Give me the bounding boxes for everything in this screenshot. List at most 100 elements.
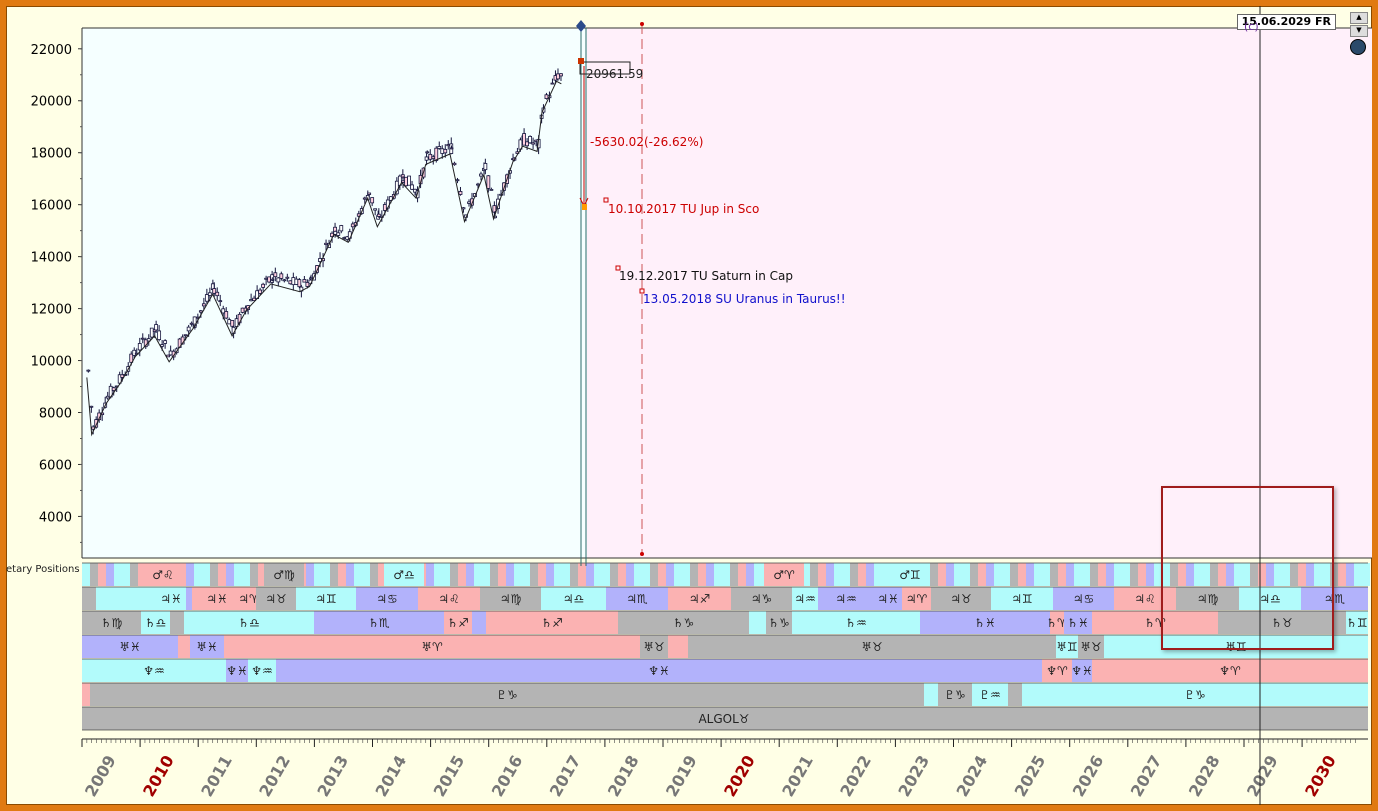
- mars-stripe: [354, 563, 362, 586]
- mars-stripe: [346, 563, 354, 586]
- x-tick-label: 2013: [313, 752, 352, 800]
- mars-stripe: [122, 563, 130, 586]
- pluto-segment[interactable]: [1008, 683, 1022, 706]
- saturn-segment[interactable]: [749, 611, 766, 634]
- candle-body: [218, 300, 223, 303]
- mars-stripe: [826, 563, 834, 586]
- mars-stripe: [1042, 563, 1050, 586]
- event-marker-bottom[interactable]: [640, 552, 644, 556]
- saturn-label: ♄♒: [845, 616, 867, 630]
- mars-stripe: [306, 563, 314, 586]
- saturn-segment[interactable]: [170, 611, 184, 634]
- x-tick-label: 2020: [720, 752, 759, 800]
- x-tick-label: 2009: [81, 752, 120, 800]
- candle-body: [86, 369, 91, 372]
- window-controls: ▲ ▼: [1350, 12, 1368, 55]
- scroll-up-button[interactable]: ▲: [1350, 12, 1368, 24]
- saturn-label: ♄♊: [1346, 616, 1368, 630]
- candle-body: [362, 197, 367, 200]
- y-tick-label: 22000: [31, 43, 72, 58]
- mars-stripe: [370, 563, 378, 586]
- algol-label: ALGOL♉: [698, 712, 749, 726]
- x-tick-label: 2023: [894, 752, 933, 800]
- candle-body: [455, 179, 460, 182]
- x-tick-label: 2010: [139, 752, 178, 800]
- x-tick-label: 2021: [778, 752, 817, 800]
- mars-stripe: [506, 563, 514, 586]
- saturn-label: ♄♏: [368, 616, 390, 630]
- mars-stripe: [1338, 563, 1346, 586]
- candle-body: [350, 223, 355, 228]
- mars-stripe: [1146, 563, 1154, 586]
- event1-label: 10.10.2017 TU Jup in Sco: [608, 202, 759, 216]
- mars-stripe: [338, 563, 346, 586]
- pluto-segment[interactable]: [924, 683, 938, 706]
- candle-body: [149, 327, 154, 338]
- mars-stripe: [970, 563, 978, 586]
- mars-stripe: [586, 563, 594, 586]
- scroll-down-button[interactable]: ▼: [1350, 25, 1368, 37]
- jupiter-segment[interactable]: [96, 587, 156, 610]
- mars-stripe: [706, 563, 714, 586]
- candle-body: [168, 350, 173, 356]
- mars-stripe: [738, 563, 746, 586]
- jupiter-label: ♃♈: [906, 592, 928, 606]
- candle-body: [461, 207, 466, 210]
- saturn-segment[interactable]: [472, 611, 486, 634]
- price-chart[interactable]: 22000 20000 18000 16000 14000 12000 10000 8000 6…: [6, 6, 1372, 805]
- saturn-label: ♄♎: [145, 616, 167, 630]
- jupiter-label: ♃♐: [689, 592, 711, 606]
- jupiter-segment[interactable]: [82, 587, 96, 610]
- candle-body: [431, 156, 436, 159]
- mars-stripe: [954, 563, 962, 586]
- candle-body: [111, 387, 116, 391]
- uranus-label: ♅♓: [119, 640, 141, 654]
- x-tick-label: 2027: [1127, 752, 1166, 800]
- y-tick-label: 8000: [39, 407, 72, 422]
- jupiter-label: ♃♏: [626, 592, 648, 606]
- candle-body: [489, 188, 494, 191]
- settings-icon[interactable]: [1350, 39, 1366, 55]
- uranus-segment[interactable]: [178, 635, 190, 658]
- copyright-mark: (c): [1244, 20, 1259, 33]
- mars-stripe: [754, 563, 762, 586]
- mars-stripe: [186, 563, 194, 586]
- uranus-segment[interactable]: [668, 635, 688, 658]
- x-tick-label: 2017: [546, 752, 585, 800]
- candle-body: [183, 334, 188, 337]
- candle-body: [294, 278, 299, 285]
- mars-stripe: [882, 563, 890, 586]
- mars-stripe: [634, 563, 642, 586]
- candle-body: [370, 197, 375, 204]
- mars-stripe: [570, 563, 578, 586]
- candle-body: [198, 310, 203, 313]
- history-background: [82, 28, 587, 558]
- candle-body: [446, 144, 451, 147]
- candle-body: [522, 133, 526, 146]
- pluto-segment[interactable]: [82, 683, 90, 706]
- mars-stripe: [842, 563, 850, 586]
- candle-body: [458, 191, 463, 195]
- neptune-label: ♆♓: [226, 664, 248, 678]
- mars-stripe: [194, 563, 202, 586]
- mars-stripe: [818, 563, 826, 586]
- candle-body: [137, 343, 142, 351]
- candle-body: [309, 277, 313, 280]
- mars-stripe: [666, 563, 674, 586]
- mars-stripe: [546, 563, 554, 586]
- candle-body: [279, 273, 284, 279]
- mars-stripe: [578, 563, 586, 586]
- mars-stripe: [642, 563, 650, 586]
- mars-stripe: [834, 563, 842, 586]
- candle-body: [531, 142, 535, 145]
- candle-body: [324, 242, 328, 245]
- mars-stripe: [682, 563, 690, 586]
- event-marker-top[interactable]: [640, 22, 644, 26]
- saturn-label: ♄♐: [541, 616, 563, 630]
- y-tick-label: 20000: [31, 95, 72, 110]
- x-tick-label: 2018: [604, 752, 643, 800]
- candle-body: [425, 151, 430, 154]
- mars-stripe: [330, 563, 338, 586]
- candle-body: [336, 232, 341, 236]
- jupiter-segment[interactable]: [186, 587, 192, 610]
